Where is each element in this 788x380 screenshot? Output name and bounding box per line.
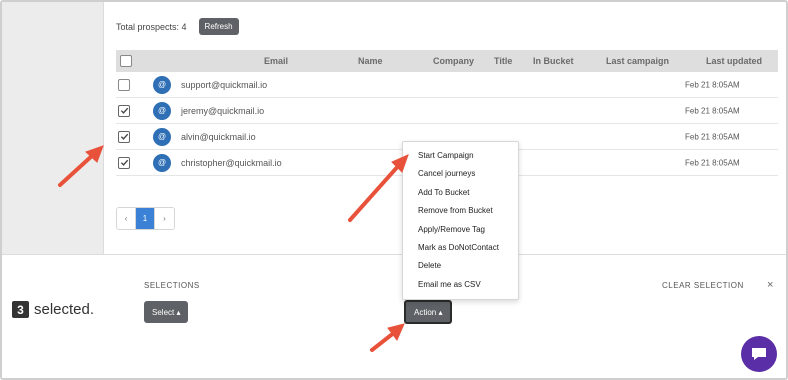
menu-item-delete[interactable]: Delete bbox=[403, 257, 518, 275]
checkmark-icon bbox=[120, 107, 128, 114]
row-email[interactable]: christopher@quickmail.io bbox=[181, 158, 282, 168]
selections-label: SELECTIONS bbox=[144, 281, 200, 290]
row-checkbox[interactable] bbox=[118, 156, 130, 169]
at-avatar-icon: @ bbox=[153, 127, 171, 146]
table-header: Email Name Company Title In Bucket Last … bbox=[116, 50, 778, 72]
menu-item-remove-from-bucket[interactable]: Remove from Bucket bbox=[403, 202, 518, 220]
chat-launcher-button[interactable] bbox=[741, 336, 777, 372]
total-prospects-label: Total prospects: 4 bbox=[116, 21, 187, 32]
page-1-button[interactable]: 1 bbox=[136, 208, 155, 229]
close-icon[interactable]: × bbox=[767, 279, 773, 291]
chat-bubble-icon bbox=[752, 348, 766, 360]
clear-selection-link[interactable]: CLEAR SELECTION bbox=[662, 281, 744, 290]
action-dropdown-button[interactable]: Action ▴ bbox=[404, 300, 453, 324]
row-checkbox[interactable] bbox=[118, 130, 130, 143]
column-header-title[interactable]: Title bbox=[494, 56, 512, 66]
select-dropdown-button[interactable]: Select ▴ bbox=[144, 301, 189, 323]
action-menu: Start Campaign Cancel journeys Add To Bu… bbox=[402, 141, 519, 300]
selected-text: selected. bbox=[34, 301, 95, 318]
menu-item-mark-dnc[interactable]: Mark as DoNotContact bbox=[403, 239, 518, 257]
checkmark-icon bbox=[120, 133, 128, 140]
selected-count: 3 selected. bbox=[12, 301, 94, 318]
row-checkbox[interactable] bbox=[118, 78, 130, 91]
row-email[interactable]: support@quickmail.io bbox=[181, 80, 267, 90]
select-all-checkbox[interactable] bbox=[120, 55, 132, 67]
column-header-last-campaign[interactable]: Last campaign bbox=[606, 56, 669, 66]
column-header-last-updated[interactable]: Last updated bbox=[706, 56, 762, 66]
column-header-in-bucket[interactable]: In Bucket bbox=[533, 56, 574, 66]
menu-item-email-csv[interactable]: Email me as CSV bbox=[403, 276, 518, 294]
at-avatar-icon: @ bbox=[153, 153, 171, 172]
app-window: Total prospects: 4 Refresh Email Name Co… bbox=[0, 0, 788, 380]
selection-bar: 3 selected. SELECTIONS Select ▴ Action ▴… bbox=[2, 254, 786, 378]
table-row[interactable]: @ support@quickmail.io Feb 21 8:05AM bbox=[116, 72, 778, 98]
refresh-button[interactable]: Refresh bbox=[198, 18, 239, 35]
menu-item-apply-remove-tag[interactable]: Apply/Remove Tag bbox=[403, 221, 518, 239]
column-header-company[interactable]: Company bbox=[433, 56, 474, 66]
row-last-updated: Feb 21 8:05AM bbox=[685, 132, 740, 141]
at-avatar-icon: @ bbox=[153, 75, 171, 94]
pagination: ‹ 1 › bbox=[116, 207, 175, 230]
column-header-name[interactable]: Name bbox=[358, 56, 383, 66]
prospects-toolbar: Total prospects: 4 Refresh bbox=[116, 18, 239, 35]
row-last-updated: Feb 21 8:05AM bbox=[685, 106, 740, 115]
table-row[interactable]: @ jeremy@quickmail.io Feb 21 8:05AM bbox=[116, 98, 778, 124]
selected-count-badge: 3 bbox=[12, 301, 29, 318]
at-avatar-icon: @ bbox=[153, 101, 171, 120]
column-header-email[interactable]: Email bbox=[264, 56, 288, 66]
menu-item-add-to-bucket[interactable]: Add To Bucket bbox=[403, 184, 518, 202]
prev-page-button[interactable]: ‹ bbox=[117, 208, 136, 229]
row-checkbox[interactable] bbox=[118, 104, 130, 117]
row-last-updated: Feb 21 8:05AM bbox=[685, 158, 740, 167]
left-sidebar bbox=[2, 2, 104, 254]
next-page-button[interactable]: › bbox=[155, 208, 174, 229]
menu-item-cancel-journeys[interactable]: Cancel journeys bbox=[403, 165, 518, 183]
row-last-updated: Feb 21 8:05AM bbox=[685, 80, 740, 89]
row-email[interactable]: jeremy@quickmail.io bbox=[181, 106, 264, 116]
menu-item-start-campaign[interactable]: Start Campaign bbox=[403, 147, 518, 165]
checkmark-icon bbox=[120, 159, 128, 166]
row-email[interactable]: alvin@quickmail.io bbox=[181, 132, 256, 142]
